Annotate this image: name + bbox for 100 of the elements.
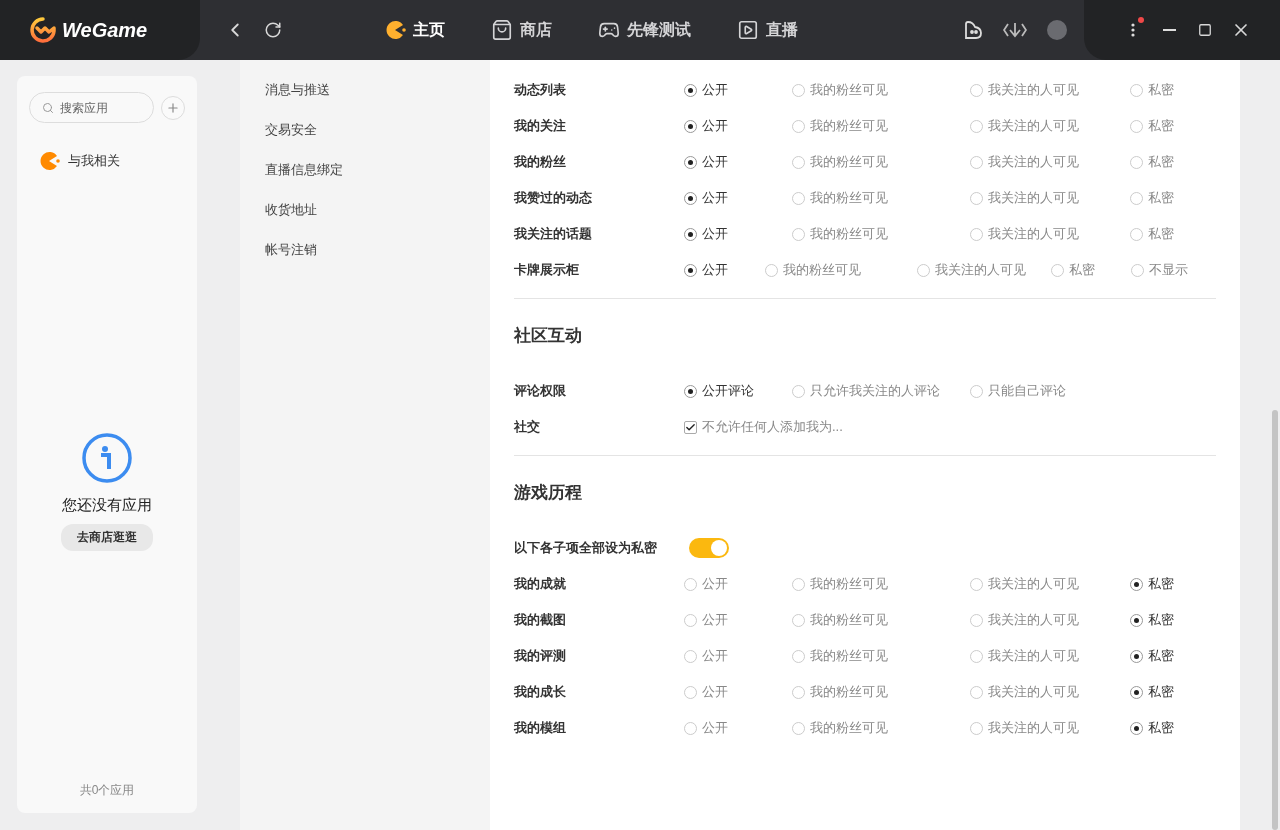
- option-label: 我关注的人可见: [988, 683, 1079, 701]
- radio-button[interactable]: [970, 119, 983, 133]
- option-label: 私密: [1148, 575, 1174, 593]
- radio-button[interactable]: [792, 191, 805, 205]
- option-label: 我关注的人可见: [988, 81, 1079, 99]
- radio-button[interactable]: [1130, 685, 1143, 699]
- setting-label: 评论权限: [514, 382, 567, 400]
- radio-button[interactable]: [970, 227, 983, 241]
- option-label: 公开: [702, 81, 728, 99]
- option-label: 我的粉丝可见: [810, 81, 888, 99]
- pacman-icon: [384, 19, 406, 41]
- section-title: 社区互动: [514, 325, 583, 347]
- option-label: 公开: [702, 683, 728, 701]
- option-label: 我的粉丝可见: [810, 647, 888, 665]
- radio-button[interactable]: [970, 721, 983, 735]
- option-label: 我关注的人可见: [988, 647, 1079, 665]
- radio-button[interactable]: [1051, 263, 1064, 277]
- radio-button[interactable]: [792, 83, 805, 97]
- radio-button[interactable]: [1130, 83, 1143, 97]
- radio-button[interactable]: [684, 155, 697, 169]
- radio-button[interactable]: [792, 685, 805, 699]
- pacman-icon: [38, 150, 60, 172]
- store-button[interactable]: 去商店逛逛: [61, 524, 153, 551]
- menu-item[interactable]: 帐号注销: [265, 230, 317, 270]
- option-label: 公开: [702, 261, 728, 279]
- setting-label: 我的评测: [514, 647, 567, 665]
- radio-button[interactable]: [684, 721, 697, 735]
- logo-icon: [30, 16, 56, 44]
- radio-button[interactable]: [970, 685, 983, 699]
- option-label: 不允许任何人添加我为...: [702, 418, 843, 436]
- radio-button[interactable]: [970, 613, 983, 627]
- radio-button[interactable]: [684, 263, 697, 277]
- option-label: 我关注的人可见: [988, 153, 1079, 171]
- radio-button[interactable]: [684, 83, 697, 97]
- option-label: 我的粉丝可见: [810, 189, 888, 207]
- search-field[interactable]: 搜索应用: [29, 92, 154, 123]
- radio-button[interactable]: [970, 649, 983, 663]
- radio-button[interactable]: [970, 384, 983, 398]
- scrollbar-thumb[interactable]: [1272, 410, 1278, 830]
- option-label: 公开: [702, 611, 728, 629]
- radio-button[interactable]: [684, 191, 697, 205]
- option-label: 我的粉丝可见: [810, 683, 888, 701]
- menu-item[interactable]: 收货地址: [265, 190, 317, 230]
- radio-button[interactable]: [1130, 613, 1143, 627]
- radio-button[interactable]: [792, 384, 805, 398]
- bag-icon: [491, 19, 513, 41]
- radio-button[interactable]: [970, 155, 983, 169]
- option-label: 我关注的人可见: [988, 117, 1079, 135]
- radio-button[interactable]: [684, 227, 697, 241]
- setting-label: 我的成长: [514, 683, 567, 701]
- radio-button[interactable]: [792, 227, 805, 241]
- menu-item[interactable]: 消息与推送: [265, 70, 330, 110]
- menu-item[interactable]: 交易安全: [265, 110, 317, 150]
- radio-button[interactable]: [1130, 577, 1143, 591]
- radio-button[interactable]: [792, 613, 805, 627]
- radio-button[interactable]: [792, 155, 805, 169]
- app-count: 共0个应用: [78, 782, 136, 799]
- option-label: 公开: [702, 575, 728, 593]
- radio-button[interactable]: [917, 263, 930, 277]
- logo-text: WeGame: [62, 18, 148, 42]
- setting-label: 动态列表: [514, 81, 567, 99]
- radio-button[interactable]: [792, 577, 805, 591]
- radio-button[interactable]: [970, 191, 983, 205]
- option-label: 私密: [1148, 719, 1174, 737]
- radio-button[interactable]: [970, 83, 983, 97]
- option-label: 我关注的人可见: [935, 261, 1026, 279]
- radio-button[interactable]: [684, 119, 697, 133]
- nav-tab[interactable]: 先锋测试: [598, 19, 691, 41]
- radio-button[interactable]: [684, 384, 697, 398]
- nav-tab[interactable]: 主页: [384, 19, 445, 41]
- menu-item[interactable]: 直播信息绑定: [265, 150, 343, 190]
- radio-button[interactable]: [684, 613, 697, 627]
- radio-button[interactable]: [792, 119, 805, 133]
- option-label: 我的粉丝可见: [810, 611, 888, 629]
- toggle-switch[interactable]: [689, 538, 729, 558]
- option-label: 我关注的人可见: [988, 719, 1079, 737]
- option-label: 我的粉丝可见: [810, 719, 888, 737]
- radio-button[interactable]: [765, 263, 778, 277]
- radio-button[interactable]: [1130, 721, 1143, 735]
- radio-button[interactable]: [792, 649, 805, 663]
- radio-button[interactable]: [1130, 155, 1143, 169]
- radio-button[interactable]: [1130, 119, 1143, 133]
- radio-button[interactable]: [1130, 191, 1143, 205]
- nav-tab[interactable]: 商店: [491, 19, 552, 41]
- checkbox[interactable]: [684, 420, 697, 434]
- add-button[interactable]: [161, 95, 185, 120]
- sidebar-item[interactable]: 与我相关: [38, 150, 185, 172]
- radio-button[interactable]: [1130, 227, 1143, 241]
- radio-button[interactable]: [684, 577, 697, 591]
- option-label: 我的粉丝可见: [810, 225, 888, 243]
- radio-button[interactable]: [792, 721, 805, 735]
- option-label: 私密: [1148, 225, 1174, 243]
- nav-tab[interactable]: 直播: [737, 19, 798, 41]
- radio-button[interactable]: [684, 649, 697, 663]
- minimize-icon: [1162, 29, 1176, 31]
- maximize-icon: [1198, 23, 1212, 37]
- radio-button[interactable]: [1131, 263, 1144, 277]
- radio-button[interactable]: [684, 685, 697, 699]
- radio-button[interactable]: [970, 577, 983, 591]
- radio-button[interactable]: [1130, 649, 1143, 663]
